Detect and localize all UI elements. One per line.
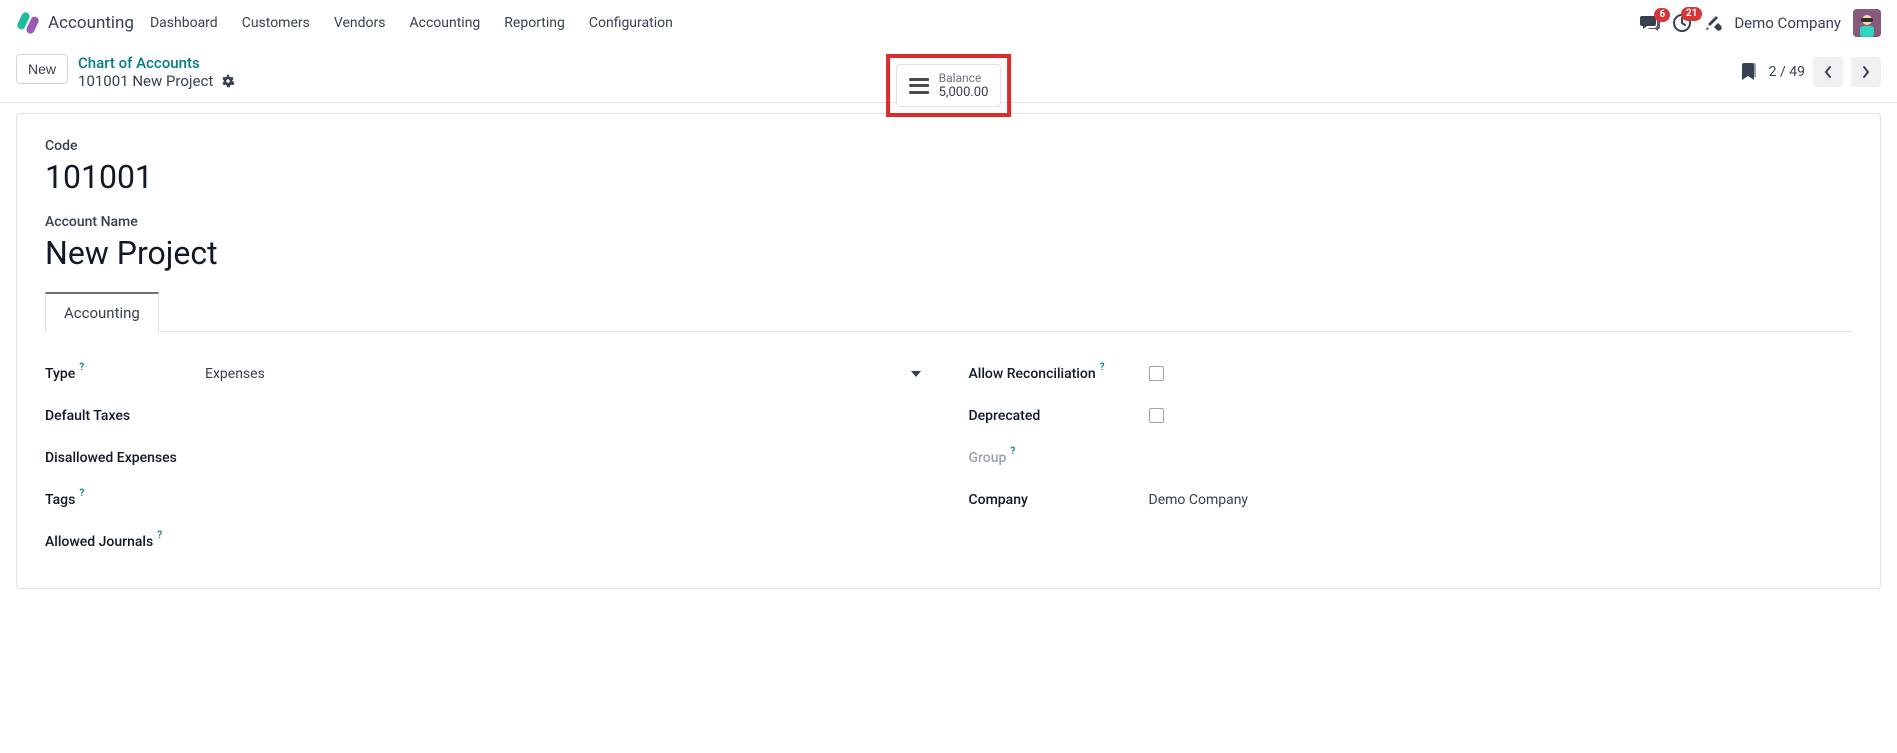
code-field-group: Code 101001 [45, 138, 1852, 196]
group-label: Group ? [969, 450, 1149, 466]
tab-content: Type ? Expenses Default Taxes [45, 332, 1852, 564]
tabs: Accounting [45, 291, 1852, 332]
allow-reconciliation-field [1149, 366, 1853, 381]
allow-reconciliation-checkbox[interactable] [1149, 366, 1164, 381]
disallowed-expenses-label: Disallowed Expenses [45, 450, 205, 466]
caret-down-icon [911, 371, 921, 377]
brand-area[interactable]: Accounting [16, 11, 134, 35]
control-panel-left: New Chart of Accounts 101001 New Project [16, 54, 235, 90]
nav-item-reporting[interactable]: Reporting [504, 15, 565, 31]
breadcrumb-current: 101001 New Project [78, 72, 235, 90]
stat-button-highlight: Balance 5,000.00 [886, 54, 1012, 117]
nav-menu: Dashboard Customers Vendors Accounting R… [150, 15, 673, 31]
company-switcher[interactable]: Demo Company [1734, 14, 1841, 32]
default-taxes-row: Default Taxes [45, 396, 929, 436]
deprecated-field [1149, 408, 1853, 423]
stat-text: Balance 5,000.00 [939, 71, 989, 100]
name-field-group: Account Name New Project [45, 214, 1852, 272]
chevron-right-icon [1861, 65, 1871, 79]
company-label: Company [969, 492, 1149, 508]
messages-badge: 6 [1654, 8, 1670, 22]
bookmark-icon[interactable] [1741, 63, 1757, 81]
allowed-journals-row: Allowed Journals ? [45, 522, 929, 562]
activities-button[interactable]: 21 [1672, 13, 1692, 33]
type-value: Expenses [205, 366, 265, 382]
tools-icon [1704, 14, 1722, 32]
breadcrumb-current-text: 101001 New Project [78, 72, 213, 90]
left-column: Type ? Expenses Default Taxes [45, 354, 929, 564]
help-icon[interactable]: ? [79, 488, 84, 499]
control-panel: New Chart of Accounts 101001 New Project… [0, 46, 1897, 103]
group-row: Group ? [969, 438, 1853, 478]
type-label: Type ? [45, 366, 205, 382]
allowed-journals-label: Allowed Journals ? [45, 534, 205, 550]
help-icon[interactable]: ? [79, 362, 84, 373]
nav-item-customers[interactable]: Customers [242, 15, 310, 31]
tags-row: Tags ? [45, 480, 929, 520]
nav-item-configuration[interactable]: Configuration [589, 15, 673, 31]
list-icon [909, 78, 929, 94]
nav-item-vendors[interactable]: Vendors [334, 15, 386, 31]
account-name-input[interactable]: New Project [45, 234, 1852, 272]
nav-item-dashboard[interactable]: Dashboard [150, 15, 218, 31]
balance-stat-button[interactable]: Balance 5,000.00 [896, 64, 1002, 107]
stat-value: 5,000.00 [939, 85, 989, 100]
breadcrumb: Chart of Accounts 101001 New Project [78, 54, 235, 90]
type-row: Type ? Expenses [45, 354, 929, 394]
breadcrumb-parent-link[interactable]: Chart of Accounts [78, 54, 235, 72]
app-name: Accounting [48, 13, 134, 33]
help-icon[interactable]: ? [157, 530, 162, 541]
allow-reconciliation-label: Allow Reconciliation ? [969, 366, 1149, 382]
code-input[interactable]: 101001 [45, 158, 1852, 196]
account-name-label: Account Name [45, 214, 1852, 230]
pager-text[interactable]: 2 / 49 [1769, 64, 1805, 80]
control-panel-right: 2 / 49 [1741, 57, 1881, 87]
tools-button[interactable] [1704, 14, 1722, 32]
help-icon[interactable]: ? [1010, 446, 1015, 457]
gear-icon[interactable] [221, 74, 235, 88]
company-value[interactable]: Demo Company [1149, 492, 1853, 508]
stat-label: Balance [939, 71, 989, 85]
tags-label: Tags ? [45, 492, 205, 508]
pager-prev-button[interactable] [1813, 57, 1843, 87]
company-row: Company Demo Company [969, 480, 1853, 520]
form-container: Code 101001 Account Name New Project Acc… [0, 103, 1897, 599]
deprecated-checkbox[interactable] [1149, 408, 1164, 423]
deprecated-label: Deprecated [969, 408, 1149, 424]
default-taxes-label: Default Taxes [45, 408, 205, 424]
deprecated-row: Deprecated [969, 396, 1853, 436]
right-column: Allow Reconciliation ? Deprecated [969, 354, 1853, 564]
code-label: Code [45, 138, 1852, 154]
allow-reconciliation-row: Allow Reconciliation ? [969, 354, 1853, 394]
messages-button[interactable]: 6 [1640, 14, 1660, 32]
new-button[interactable]: New [16, 54, 68, 84]
form-sheet: Code 101001 Account Name New Project Acc… [16, 113, 1881, 589]
chevron-left-icon [1823, 65, 1833, 79]
type-select[interactable]: Expenses [205, 366, 929, 382]
nav-item-accounting[interactable]: Accounting [409, 15, 480, 31]
topnav-right: 6 21 Demo Company [1640, 9, 1881, 37]
pager-next-button[interactable] [1851, 57, 1881, 87]
app-logo-icon [16, 11, 40, 35]
topnav: Accounting Dashboard Customers Vendors A… [0, 0, 1897, 46]
activities-badge: 21 [1681, 7, 1702, 21]
user-avatar[interactable] [1853, 9, 1881, 37]
pager: 2 / 49 [1769, 57, 1881, 87]
tab-accounting[interactable]: Accounting [45, 292, 159, 332]
disallowed-expenses-row: Disallowed Expenses [45, 438, 929, 478]
help-icon[interactable]: ? [1100, 362, 1105, 373]
